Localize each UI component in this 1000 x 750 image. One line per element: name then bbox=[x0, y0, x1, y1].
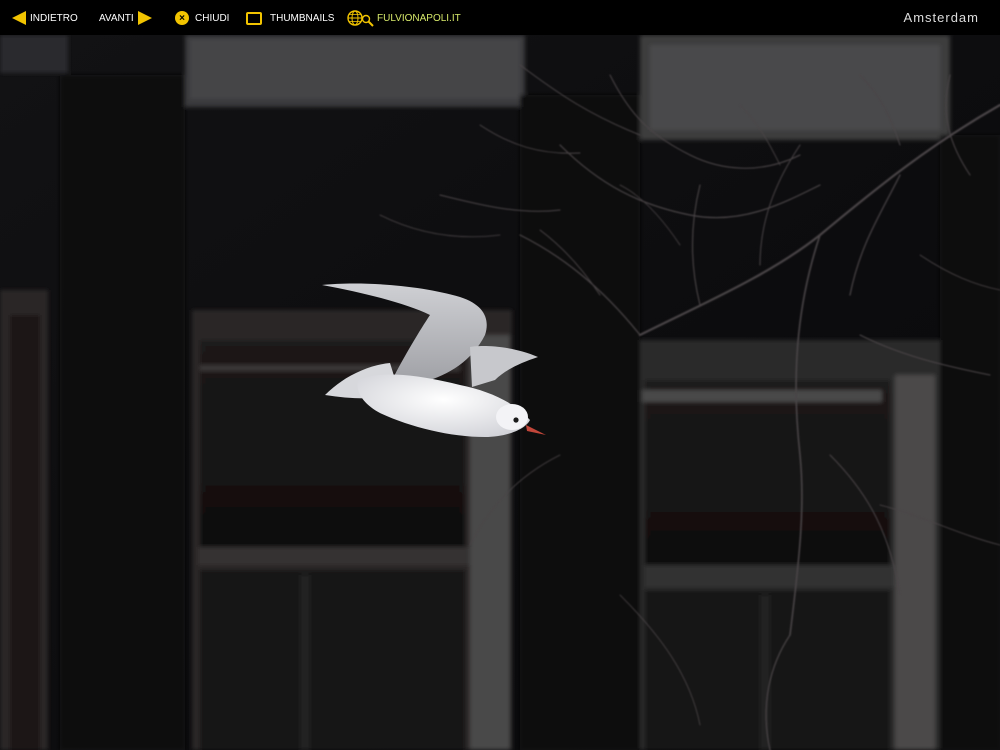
photo-image bbox=[0, 35, 1000, 750]
close-button[interactable]: × CHIUDI bbox=[175, 9, 229, 27]
arrow-right-icon bbox=[137, 11, 152, 25]
next-button[interactable]: AVANTI bbox=[99, 9, 152, 27]
top-navigation-bar: INDIETRO AVANTI × CHIUDI THUMBNAILS FULV… bbox=[0, 0, 1000, 35]
close-label: CHIUDI bbox=[195, 12, 230, 24]
thumbnails-label: THUMBNAILS bbox=[270, 12, 335, 24]
thumbnails-square-icon bbox=[246, 11, 262, 25]
back-label: INDIETRO bbox=[30, 12, 78, 24]
close-circle-icon: × bbox=[175, 11, 189, 25]
gull-eye bbox=[513, 417, 519, 423]
globe-search-icon bbox=[347, 10, 374, 27]
gallery-title: Amsterdam bbox=[903, 10, 979, 25]
next-label: AVANTI bbox=[99, 12, 134, 24]
site-link-label: FULVIONAPOLI.IT bbox=[377, 12, 461, 24]
thumbnails-button[interactable]: THUMBNAILS bbox=[246, 9, 334, 27]
site-link[interactable]: FULVIONAPOLI.IT bbox=[347, 9, 461, 27]
arrow-left-icon bbox=[12, 11, 26, 25]
photo-viewer bbox=[0, 35, 1000, 750]
back-button[interactable]: INDIETRO bbox=[12, 9, 78, 27]
